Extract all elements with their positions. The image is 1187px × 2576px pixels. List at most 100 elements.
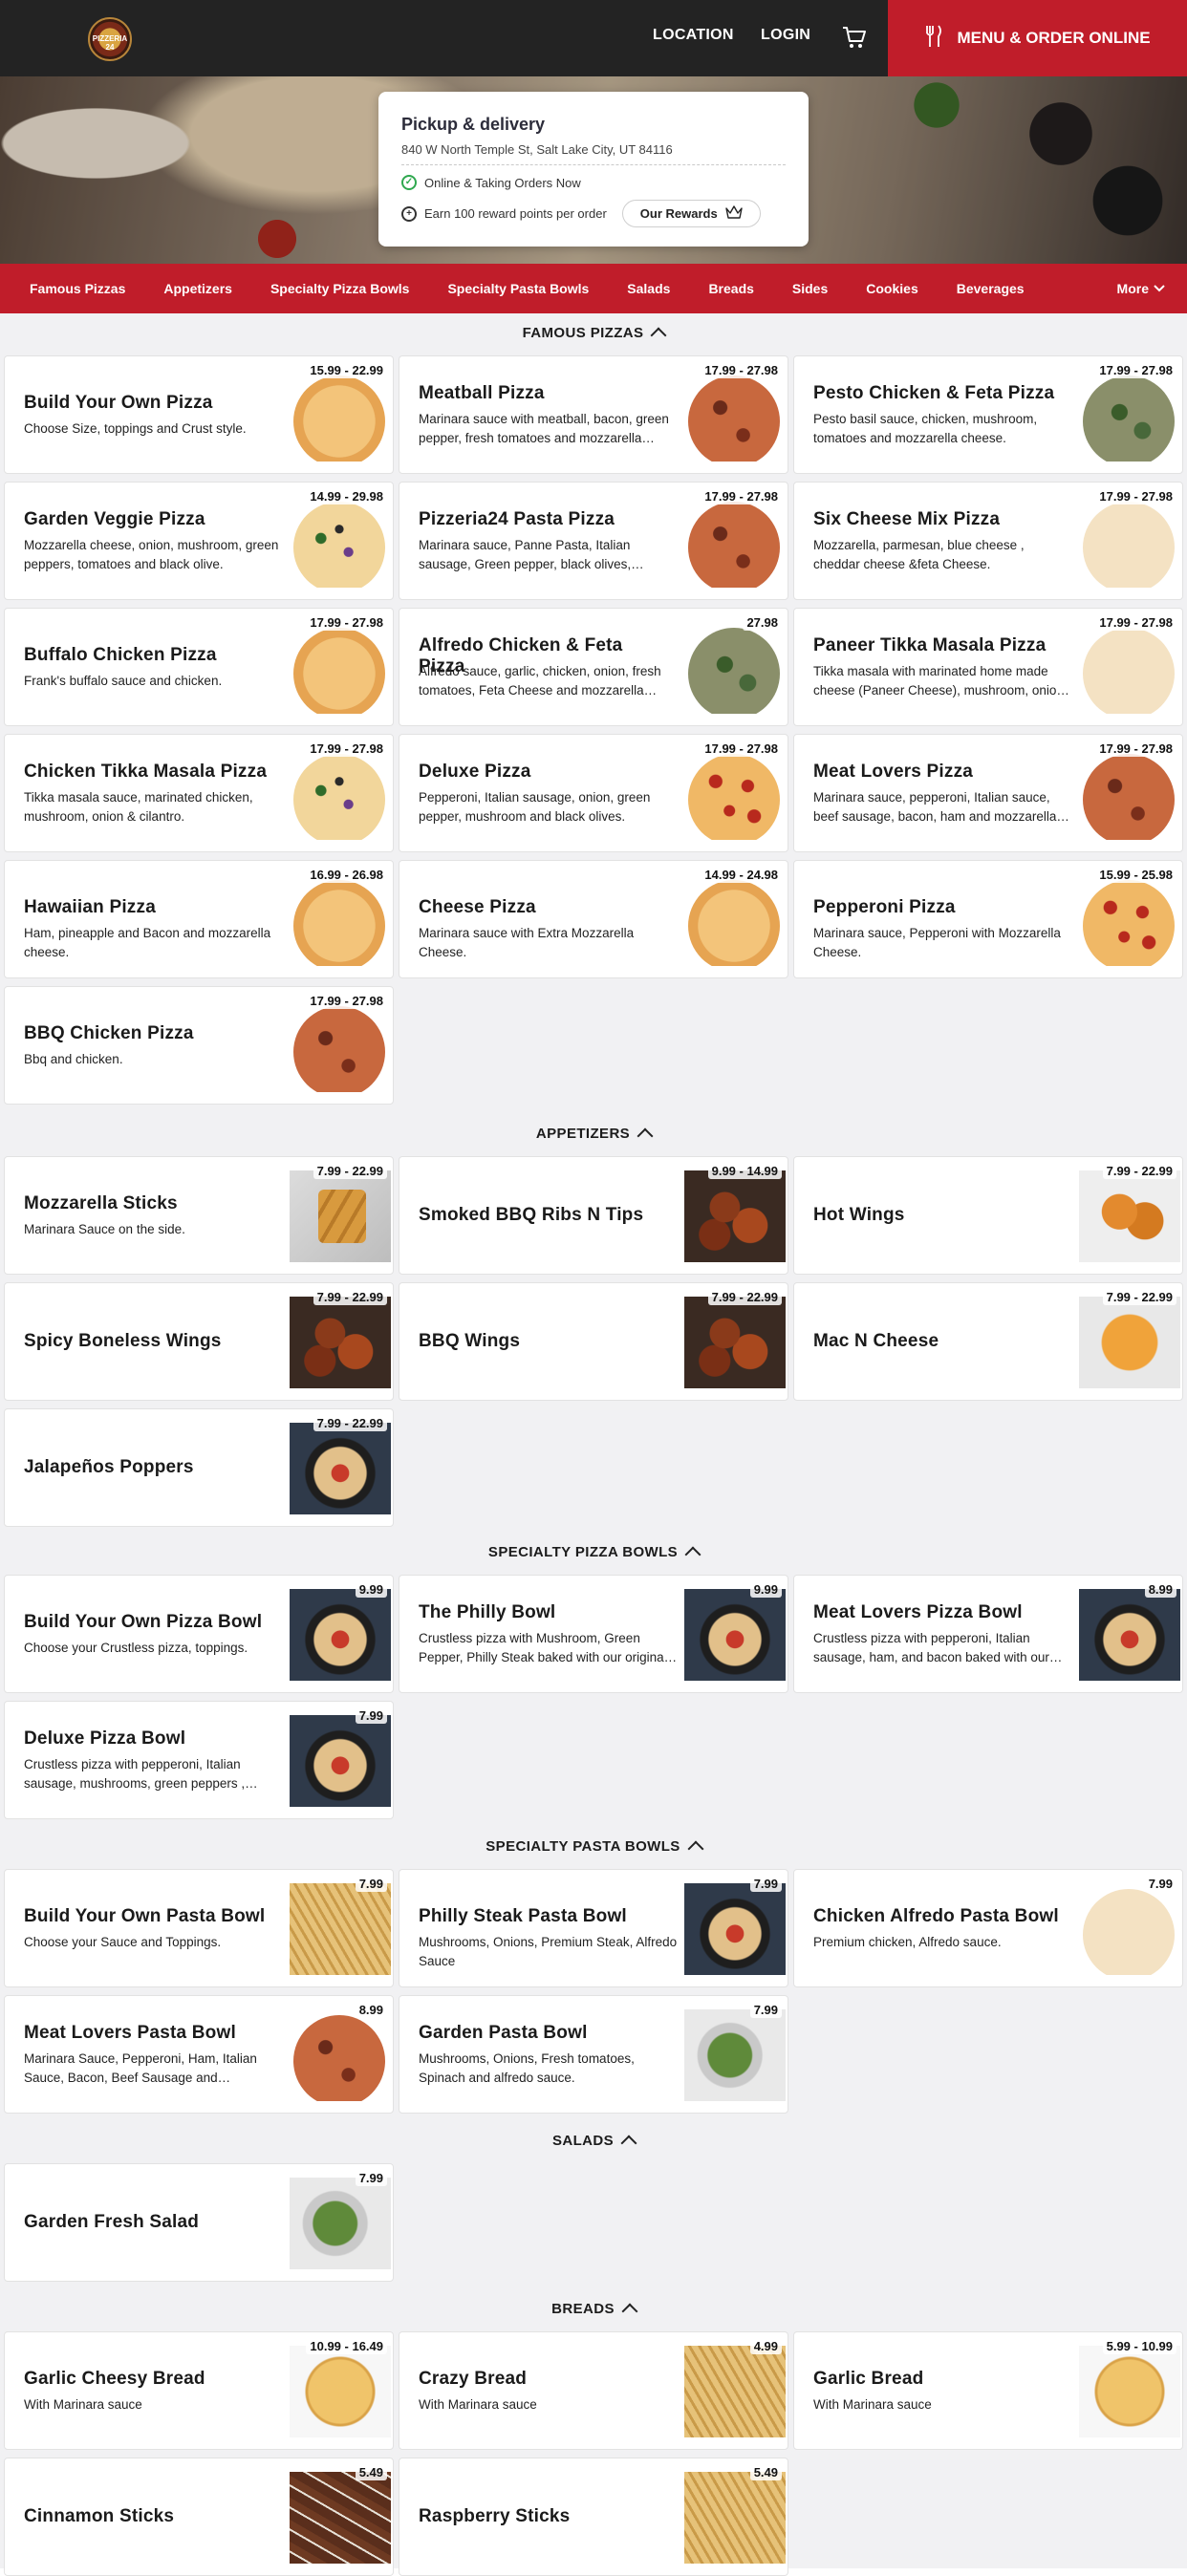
section-header-specialty-pizza-bowls[interactable]: SPECIALTY PIZZA BOWLS [0, 1533, 1187, 1571]
menu-item-card[interactable]: Cheese Pizza Marinara sauce with Extra Mo… [399, 860, 788, 978]
menu-item-card[interactable]: Build Your Own Pizza Bowl Choose your Cru… [4, 1575, 394, 1693]
menu-item-card[interactable]: Meat Lovers Pizza Bowl Crustless pizza wi… [793, 1575, 1183, 1693]
item-description: Marinara sauce, pepperoni, Italian sauce… [813, 790, 1057, 824]
item-image[interactable] [290, 2472, 391, 2564]
order-online-button[interactable]: MENU & ORDER ONLINE [888, 0, 1187, 76]
menu-item-card[interactable]: Meat Lovers Pizza Marinara sauce, peppero… [793, 734, 1183, 852]
more-categories-button[interactable]: More [1117, 281, 1166, 296]
category-appetizers[interactable]: Appetizers [163, 281, 232, 296]
item-image[interactable] [1079, 874, 1180, 966]
item-image[interactable] [684, 2472, 786, 2564]
menu-item-card[interactable]: Mozzarella Sticks Marinara Sauce on the s… [4, 1156, 394, 1275]
category-cookies[interactable]: Cookies [866, 281, 917, 296]
category-beverages[interactable]: Beverages [957, 281, 1025, 296]
category-famous-pizzas[interactable]: Famous Pizzas [30, 281, 125, 296]
menu-item-card[interactable]: Deluxe Pizza Bowl Crustless pizza with pe… [4, 1701, 394, 1819]
item-image[interactable] [684, 2346, 786, 2437]
menu-item-card[interactable]: BBQ Wings 7.99 - 22.99 [399, 1282, 788, 1401]
login-link[interactable]: LOGIN [761, 27, 810, 44]
item-image[interactable] [1079, 1883, 1180, 1975]
menu-item-card[interactable]: Paneer Tikka Masala Pizza Tikka masala wi… [793, 608, 1183, 726]
item-image[interactable] [1079, 748, 1180, 840]
menu-item-card[interactable]: Garden Pasta Bowl Mushrooms, Onions, Fres… [399, 1995, 788, 2114]
menu-item-card[interactable]: Raspberry Sticks 5.49 [399, 2458, 788, 2576]
item-image[interactable] [290, 1297, 391, 1388]
item-image[interactable] [684, 874, 786, 966]
menu-item-card[interactable]: Build Your Own Pizza Choose Size, topping… [4, 355, 394, 474]
category-specialty-pasta-bowls[interactable]: Specialty Pasta Bowls [447, 281, 589, 296]
item-image[interactable] [290, 496, 391, 588]
item-image[interactable] [290, 2178, 391, 2269]
item-image[interactable] [290, 874, 391, 966]
menu-item-card[interactable]: Pizzeria24 Pasta Pizza Marinara sauce, Pa… [399, 482, 788, 600]
our-rewards-button[interactable]: Our Rewards [621, 200, 761, 227]
menu-item-card[interactable]: Chicken Alfredo Pasta Bowl Premium chicke… [793, 1869, 1183, 1987]
item-image[interactable] [290, 1000, 391, 1092]
item-image[interactable] [684, 1297, 786, 1388]
menu-item-card[interactable]: BBQ Chicken Pizza Bbq and chicken. 17.99 -… [4, 986, 394, 1105]
item-image[interactable] [290, 370, 391, 462]
item-image[interactable] [684, 748, 786, 840]
menu-item-card[interactable]: Meatball Pizza Marinara sauce with meatba… [399, 355, 788, 474]
section-header-specialty-pasta-bowls[interactable]: SPECIALTY PASTA BOWLS [0, 1827, 1187, 1865]
menu-item-card[interactable]: Garlic Bread With Marinara sauce 5.99 - 10… [793, 2331, 1183, 2450]
menu-item-card[interactable]: Jalapeños Poppers 7.99 - 22.99 [4, 1408, 394, 1527]
item-image[interactable] [1079, 496, 1180, 588]
item-image[interactable] [290, 1883, 391, 1975]
section-header-famous-pizzas[interactable]: FAMOUS PIZZAS [0, 313, 1187, 352]
location-link[interactable]: LOCATION [653, 27, 734, 44]
menu-item-card[interactable]: Build Your Own Pasta Bowl Choose your Sau… [4, 1869, 394, 1987]
section-header-salads[interactable]: SALADS [0, 2121, 1187, 2159]
item-image[interactable] [684, 1170, 786, 1262]
item-image[interactable] [684, 622, 786, 714]
menu-item-card[interactable]: Pepperoni Pizza Marinara sauce, Pepperoni… [793, 860, 1183, 978]
menu-item-card[interactable]: Deluxe Pizza Pepperoni, Italian sausage, … [399, 734, 788, 852]
item-image[interactable] [1079, 370, 1180, 462]
item-image[interactable] [684, 1883, 786, 1975]
item-image[interactable] [1079, 622, 1180, 714]
menu-item-card[interactable]: Meat Lovers Pasta Bowl Marinara Sauce, Pe… [4, 1995, 394, 2114]
item-image[interactable] [684, 2009, 786, 2101]
item-image[interactable] [290, 748, 391, 840]
menu-item-card[interactable]: The Philly Bowl Crustless pizza with Mush… [399, 1575, 788, 1693]
section-header-appetizers[interactable]: APPETIZERS [0, 1114, 1187, 1152]
menu-item-card[interactable]: Philly Steak Pasta Bowl Mushrooms, Onions… [399, 1869, 788, 1987]
item-image[interactable] [684, 496, 786, 588]
item-image[interactable] [1079, 1170, 1180, 1262]
item-description: Crustless pizza with pepperoni, Italian … [813, 1631, 1049, 1664]
category-salads[interactable]: Salads [627, 281, 670, 296]
menu-item-card[interactable]: Crazy Bread With Marinara sauce 4.99 [399, 2331, 788, 2450]
category-breads[interactable]: Breads [708, 281, 753, 296]
item-image[interactable] [290, 1423, 391, 1514]
item-image[interactable] [290, 1715, 391, 1807]
item-image[interactable] [684, 1589, 786, 1681]
menu-item-card[interactable]: Spicy Boneless Wings 7.99 - 22.99 [4, 1282, 394, 1401]
item-image[interactable] [1079, 2346, 1180, 2437]
menu-item-card[interactable]: Cinnamon Sticks 5.49 [4, 2458, 394, 2576]
menu-item-card[interactable]: Garden Fresh Salad 7.99 [4, 2163, 394, 2282]
menu-item-card[interactable]: Smoked BBQ Ribs N Tips 9.99 - 14.99 [399, 1156, 788, 1275]
menu-item-card[interactable]: Hawaiian Pizza Ham, pineapple and Bacon a… [4, 860, 394, 978]
item-image[interactable] [290, 1170, 391, 1262]
item-image[interactable] [290, 2346, 391, 2437]
menu-item-card[interactable]: Mac N Cheese 7.99 - 22.99 [793, 1282, 1183, 1401]
cart-icon[interactable] [841, 25, 868, 50]
item-image[interactable] [290, 1589, 391, 1681]
item-image[interactable] [684, 370, 786, 462]
category-specialty-pizza-bowls[interactable]: Specialty Pizza Bowls [270, 281, 410, 296]
section-header-breads[interactable]: BREADS [0, 2289, 1187, 2328]
menu-item-card[interactable]: Buffalo Chicken Pizza Frank's buffalo sau… [4, 608, 394, 726]
menu-item-card[interactable]: Chicken Tikka Masala Pizza Tikka masala s… [4, 734, 394, 852]
menu-item-card[interactable]: Garlic Cheesy Bread With Marinara sauce 10… [4, 2331, 394, 2450]
menu-item-card[interactable]: Six Cheese Mix Pizza Mozzarella, parmesan… [793, 482, 1183, 600]
category-sides[interactable]: Sides [792, 281, 828, 296]
item-image[interactable] [290, 622, 391, 714]
logo[interactable]: PIZZERIA 24 [88, 17, 132, 61]
item-image[interactable] [1079, 1589, 1180, 1681]
menu-item-card[interactable]: Pesto Chicken & Feta Pizza Pesto basil sa… [793, 355, 1183, 474]
item-image[interactable] [1079, 1297, 1180, 1388]
menu-item-card[interactable]: Hot Wings 7.99 - 22.99 [793, 1156, 1183, 1275]
menu-item-card[interactable]: Alfredo Chicken & Feta Pizza Alfredo sauc… [399, 608, 788, 726]
item-image[interactable] [290, 2009, 391, 2101]
menu-item-card[interactable]: Garden Veggie Pizza Mozzarella cheese, on… [4, 482, 394, 600]
